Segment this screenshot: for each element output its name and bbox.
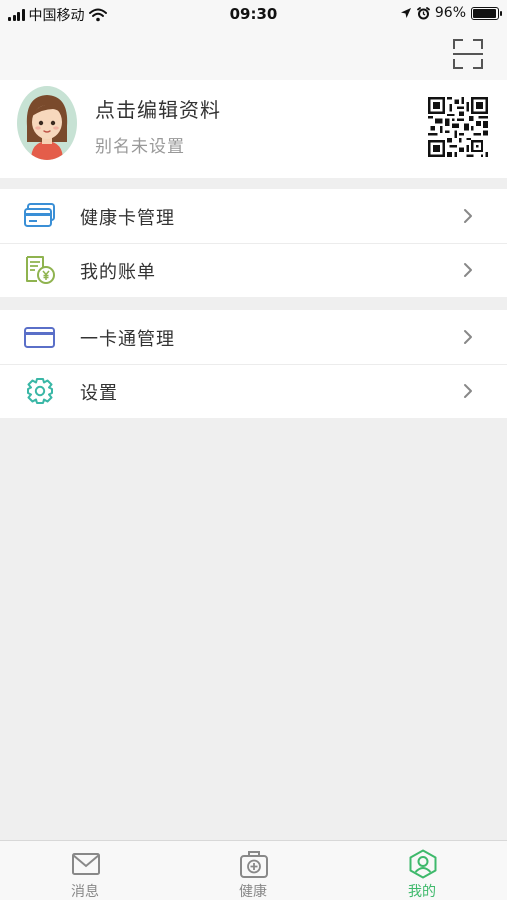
menu-label: 设置 [80,383,118,404]
tab-label: 我的 [408,884,436,900]
tab-health[interactable]: 健康 [203,841,303,900]
alarm-icon [416,6,430,19]
profile-header[interactable]: 点击编辑资料 别名未设置 [0,80,507,178]
gear-icon [27,378,53,404]
battery-percent: 96% [434,5,466,21]
menu-label: 我的账单 [80,262,156,283]
status-right: 96% [400,5,502,21]
menu-item-settings[interactable]: 设置 [0,364,507,418]
chevron-right-icon [464,384,472,398]
profile-name[interactable]: 点击编辑资料 [95,94,221,123]
top-nav [0,28,507,80]
avatar[interactable] [17,86,77,160]
tab-label: 消息 [71,884,99,900]
menu-item-health-card[interactable]: 健康卡管理 [0,189,507,243]
tab-bar: 消息 健康 我的 [0,840,507,900]
scan-icon[interactable] [452,38,484,70]
chevron-right-icon [464,209,472,223]
bill-icon [26,256,55,284]
battery-fill [473,8,497,18]
card-icon [24,327,55,348]
menu-label: 健康卡管理 [80,208,175,229]
menu-group-settings: 一卡通管理 设置 [0,310,507,418]
location-arrow-icon [400,8,411,18]
tab-label: 健康 [239,884,267,900]
chevron-right-icon [464,263,472,277]
chevron-right-icon [464,330,472,344]
health-card-icon [24,203,55,227]
battery-icon [471,6,502,20]
menu-item-card-management[interactable]: 一卡通管理 [0,310,507,364]
profile-alias: 别名未设置 [95,137,185,157]
message-icon [72,853,100,875]
profile-icon [409,849,437,879]
menu-label: 一卡通管理 [80,329,175,350]
tab-messages[interactable]: 消息 [35,841,135,900]
tab-me[interactable]: 我的 [372,841,472,900]
qr-code-icon[interactable] [428,97,488,157]
menu-item-my-bill[interactable]: 我的账单 [0,243,507,297]
menu-group-cards: 健康卡管理 我的账单 [0,189,507,297]
status-bar: 中国移动 09:30 96% [0,0,507,28]
profile-page: 中国移动 09:30 96% 点击编辑资料 别名未设置 健康卡管理 我的账单 一… [0,0,507,900]
medical-kit-icon [240,851,268,878]
